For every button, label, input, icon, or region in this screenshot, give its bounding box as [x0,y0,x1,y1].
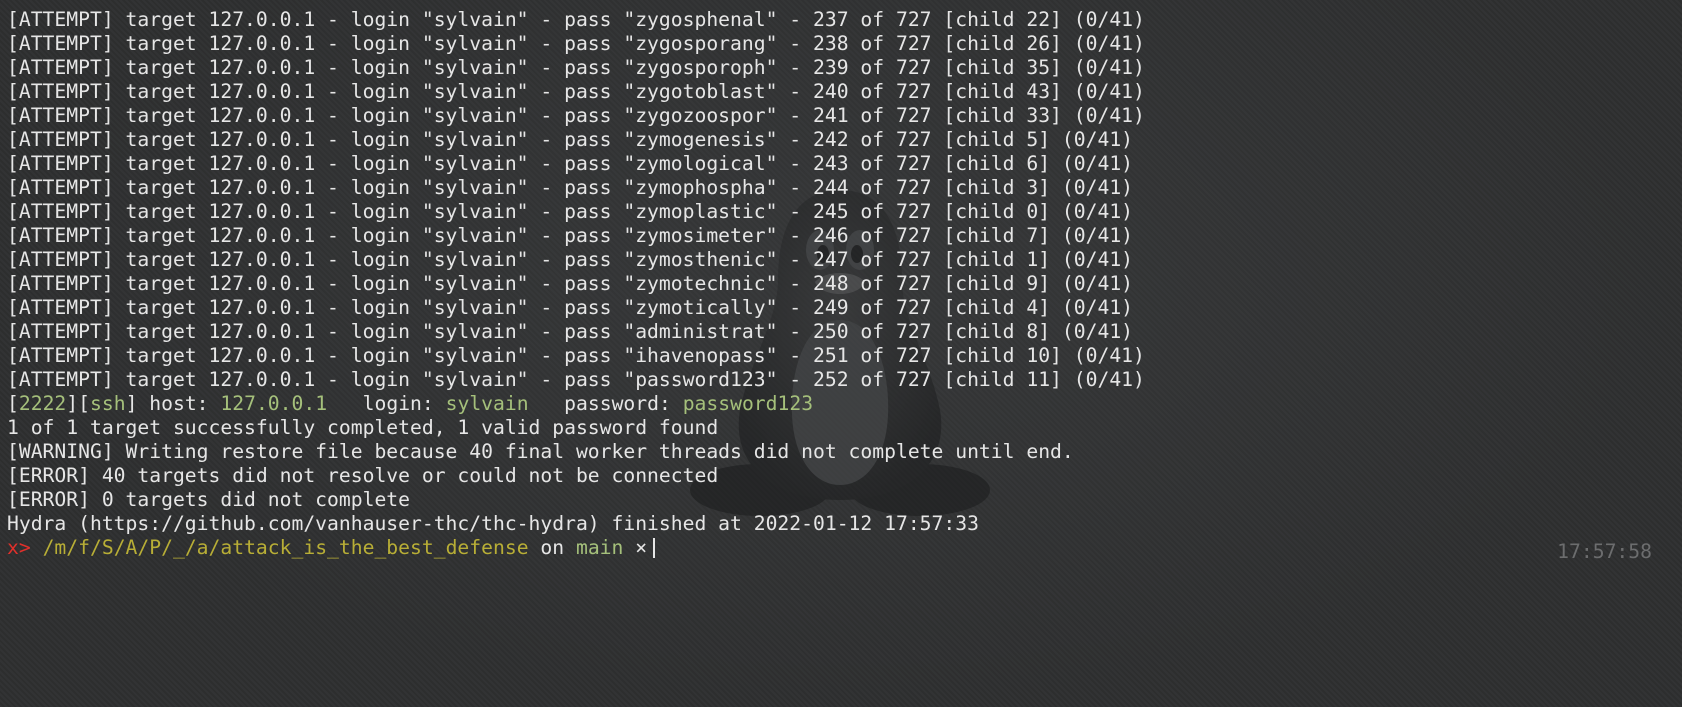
shell-prompt[interactable]: x> /m/f/S/A/P/_/a/attack_is_the_best_def… [7,536,1145,560]
attempt-line: [ATTEMPT] target 127.0.0.1 - login "sylv… [7,128,1134,151]
password-label: password: [528,392,683,415]
attempt-line: [ATTEMPT] target 127.0.0.1 - login "sylv… [7,272,1134,295]
attempt-line: [ATTEMPT] target 127.0.0.1 - login "sylv… [7,320,1134,343]
login-label: login: [327,392,446,415]
bracket-text: ][ [66,392,90,415]
host-label: ] host: [125,392,221,415]
prompt-symbol: x> [7,536,31,559]
text-cursor[interactable] [653,538,656,558]
attempt-line: [ATTEMPT] target 127.0.0.1 - login "sylv… [7,56,1145,79]
attempt-line: [ATTEMPT] target 127.0.0.1 - login "sylv… [7,248,1134,271]
attempt-line: [ATTEMPT] target 127.0.0.1 - login "sylv… [7,32,1145,55]
prompt-path: /m/f/S/A/P/_/a/attack_is_the_best_defens… [42,536,529,559]
git-dirty-mark: × [623,536,648,559]
warning-line: [WARNING] Writing restore file because 4… [7,440,1074,463]
found-credentials-line: [2222][ssh] host: 127.0.0.1 login: sylva… [7,392,1145,416]
attempt-line: [ATTEMPT] target 127.0.0.1 - login "sylv… [7,344,1145,367]
attempt-line: [ATTEMPT] target 127.0.0.1 - login "sylv… [7,296,1134,319]
attempt-line: [ATTEMPT] target 127.0.0.1 - login "sylv… [7,176,1134,199]
prompt-on-text: on [528,536,576,559]
git-branch: main [575,536,624,559]
attempt-line: [ATTEMPT] target 127.0.0.1 - login "sylv… [7,152,1134,175]
attempt-line: [ATTEMPT] target 127.0.0.1 - login "sylv… [7,224,1134,247]
terminal-output: [ATTEMPT] target 127.0.0.1 - login "sylv… [7,8,1145,560]
summary-line: 1 of 1 target successfully completed, 1 … [7,416,719,439]
login-value: sylvain [445,392,529,415]
attempt-line: [ATTEMPT] target 127.0.0.1 - login "sylv… [7,368,1145,391]
attempt-line: [ATTEMPT] target 127.0.0.1 - login "sylv… [7,104,1145,127]
error-line: [ERROR] 40 targets did not resolve or co… [7,464,719,487]
attempt-line: [ATTEMPT] target 127.0.0.1 - login "sylv… [7,8,1145,31]
attempt-line: [ATTEMPT] target 127.0.0.1 - login "sylv… [7,80,1145,103]
bracket-text: [ [7,392,19,415]
host-value: 127.0.0.1 [220,392,328,415]
port-value: 2222 [18,392,67,415]
error-line: [ERROR] 0 targets did not complete [7,488,410,511]
service-value: ssh [90,392,126,415]
password-value: password123 [682,392,814,415]
prompt-clock: 17:57:58 [1557,540,1652,563]
attempt-line: [ATTEMPT] target 127.0.0.1 - login "sylv… [7,200,1134,223]
hydra-finished-line: Hydra (https://github.com/vanhauser-thc/… [7,512,979,535]
